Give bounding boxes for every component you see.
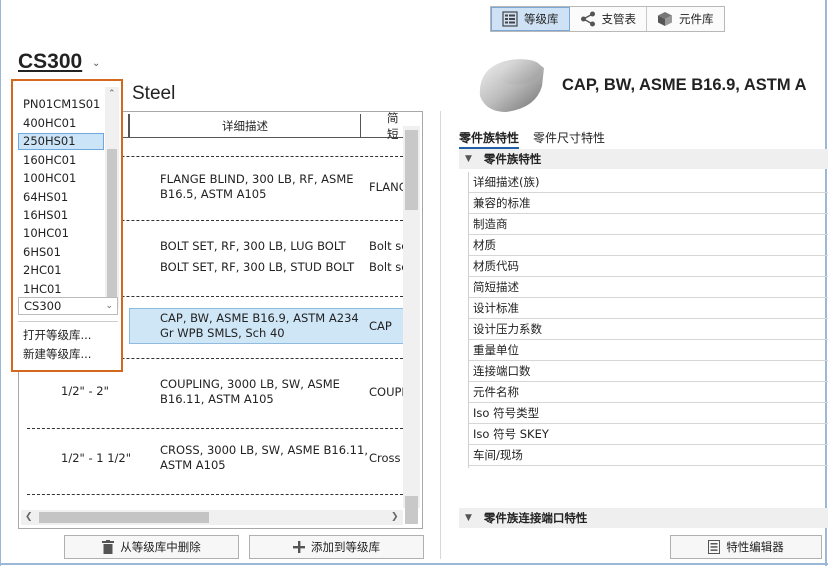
spec-subtitle: Steel — [132, 83, 176, 104]
table-row-size: 1/2" - 1 1/2" — [61, 451, 132, 465]
property-row[interactable]: 设计标准 — [469, 298, 828, 319]
property-row[interactable]: 车间/现场 — [469, 445, 828, 466]
catalog-label: 元件库 — [679, 12, 714, 26]
branch-table-icon — [580, 11, 595, 27]
scroll-thumb[interactable] — [405, 130, 418, 210]
dropdown-option[interactable]: 1HC01 — [23, 281, 62, 297]
delete-from-spec-button[interactable]: 从等级库中删除 — [64, 535, 239, 559]
table-row-short: Cross — [369, 451, 401, 465]
window-border-bottom — [0, 563, 828, 565]
property-editor-icon — [708, 540, 721, 554]
scroll-left-icon[interactable]: ❮ — [25, 512, 33, 522]
row-divider — [27, 494, 403, 495]
scroll-thumb[interactable] — [107, 149, 117, 301]
dropdown-option[interactable]: 10HC01 — [23, 225, 69, 241]
dropdown-option[interactable]: 16HS01 — [23, 207, 68, 223]
dropdown-option[interactable]: 400HC01 — [23, 115, 76, 131]
property-row[interactable]: Iso 符号类型 — [469, 403, 828, 424]
collapse-arrow-icon[interactable]: ▼ — [465, 154, 472, 164]
spec-view-button[interactable]: 等级库 — [491, 7, 570, 31]
scroll-right-icon[interactable]: ❯ — [391, 512, 399, 522]
tab-family-properties[interactable]: 零件族特性 — [459, 129, 520, 149]
dropdown-option[interactable]: 2HC01 — [23, 262, 62, 278]
section-family-properties[interactable]: ▼ 零件族特性 — [459, 149, 828, 169]
dropdown-option[interactable]: 64HS01 — [23, 189, 68, 205]
branch-table-label: 支管表 — [601, 12, 637, 26]
table-row-description[interactable]: COUPLING, 3000 LB, SW, ASME B16.11, ASTM… — [160, 377, 340, 407]
spec-view-label: 等级库 — [524, 12, 559, 26]
table-row-size: 1/2" - 2" — [61, 384, 109, 398]
table-row-description[interactable]: BOLT SET, RF, 300 LB, LUG BOLT — [160, 239, 346, 254]
dropdown-option[interactable]: 6HS01 — [23, 244, 61, 260]
dropdown-option[interactable]: 100HC01 — [23, 170, 76, 186]
property-grid: 详细描述(族) 兼容的标准 制造商 材质 材质代码 简短描述 设计标准 设计压力… — [468, 172, 828, 468]
part-title: CAP, BW, ASME B16.9, ASTM A — [562, 76, 807, 94]
panel-divider — [440, 111, 441, 559]
trash-icon — [102, 540, 115, 554]
spec-name-title[interactable]: CS300 — [18, 50, 82, 74]
spec-dropdown-list: PN01CM1S01 400HC01 250HS01 160HC01 100HC… — [11, 79, 123, 372]
chevron-down-icon[interactable]: ⌄ — [92, 58, 100, 69]
section-port-properties[interactable]: ▼ 零件族连接端口特性 — [459, 508, 828, 528]
chevron-down-icon[interactable]: ⌄ — [105, 298, 113, 314]
property-row[interactable]: 简短描述 — [469, 277, 828, 298]
property-row[interactable]: 重量单位 — [469, 340, 828, 361]
dropdown-scrollbar[interactable]: ⌃ — [105, 87, 119, 309]
property-row[interactable]: Iso 符号 SKEY — [469, 424, 828, 445]
property-row[interactable]: 材质代码 — [469, 256, 828, 277]
branch-table-button[interactable]: 支管表 — [570, 7, 647, 31]
scroll-thumb[interactable] — [39, 512, 209, 523]
row-divider — [27, 428, 403, 429]
table-row-description[interactable]: FLANGE BLIND, 300 LB, RF, ASME B16.5, AS… — [160, 172, 354, 202]
scroll-thumb-lower[interactable] — [405, 496, 418, 524]
property-row[interactable]: 元件名称 — [469, 382, 828, 403]
table-row-description[interactable]: BOLT SET, RF, 300 LB, STUD BOLT — [160, 260, 354, 275]
add-to-spec-button[interactable]: 添加到等级库 — [249, 535, 424, 559]
table-row-description[interactable]: CROSS, 3000 LB, SW, ASME B16.11, ASTM A1… — [160, 443, 368, 473]
tab-size-properties[interactable]: 零件尺寸特性 — [533, 129, 605, 146]
table-horizontal-scrollbar[interactable]: ❮ ❯ — [21, 510, 403, 525]
scroll-up-icon[interactable]: ⌃ — [108, 89, 116, 99]
property-row[interactable]: 设计压力系数 — [469, 319, 828, 340]
column-header-short[interactable]: 简短 — [361, 111, 403, 141]
property-row[interactable]: 材质 — [469, 235, 828, 256]
catalog-button[interactable]: 元件库 — [647, 7, 724, 31]
collapse-arrow-icon[interactable]: ▼ — [465, 513, 472, 523]
table-vertical-scrollbar[interactable] — [403, 126, 420, 524]
new-spec-menu-item[interactable]: 新建等级库... — [23, 346, 91, 362]
table-row-short: CAP — [369, 319, 392, 333]
property-editor-button[interactable]: 特性编辑器 — [670, 535, 822, 559]
catalog-cube-icon — [658, 12, 672, 26]
window-border-left — [0, 0, 1, 566]
property-row[interactable]: 兼容的标准 — [469, 193, 828, 214]
dropdown-current-value[interactable]: CS300 ⌄ — [18, 297, 118, 315]
property-row[interactable]: 连接端口数 — [469, 361, 828, 382]
dropdown-option[interactable]: PN01CM1S01 — [23, 96, 100, 112]
cap-preview-icon — [479, 59, 544, 112]
view-toolbar: 等级库 支管表 元件库 — [490, 6, 725, 32]
dropdown-option[interactable]: 160HC01 — [23, 152, 76, 168]
dropdown-option-selected[interactable]: 250HS01 — [23, 133, 76, 149]
property-row[interactable]: 详细描述(族) — [469, 172, 828, 193]
dropdown-separator — [18, 321, 118, 322]
table-row-short: FLANG — [369, 180, 408, 194]
plus-icon — [293, 541, 305, 553]
table-row-description[interactable]: CAP, BW, ASME B16.9, ASTM A234 Gr WPB SM… — [160, 311, 359, 341]
open-spec-menu-item[interactable]: 打开等级库... — [23, 327, 91, 343]
property-row[interactable]: 制造商 — [469, 214, 828, 235]
spec-list-icon — [502, 11, 518, 27]
column-header-description[interactable]: 详细描述 — [129, 114, 361, 138]
